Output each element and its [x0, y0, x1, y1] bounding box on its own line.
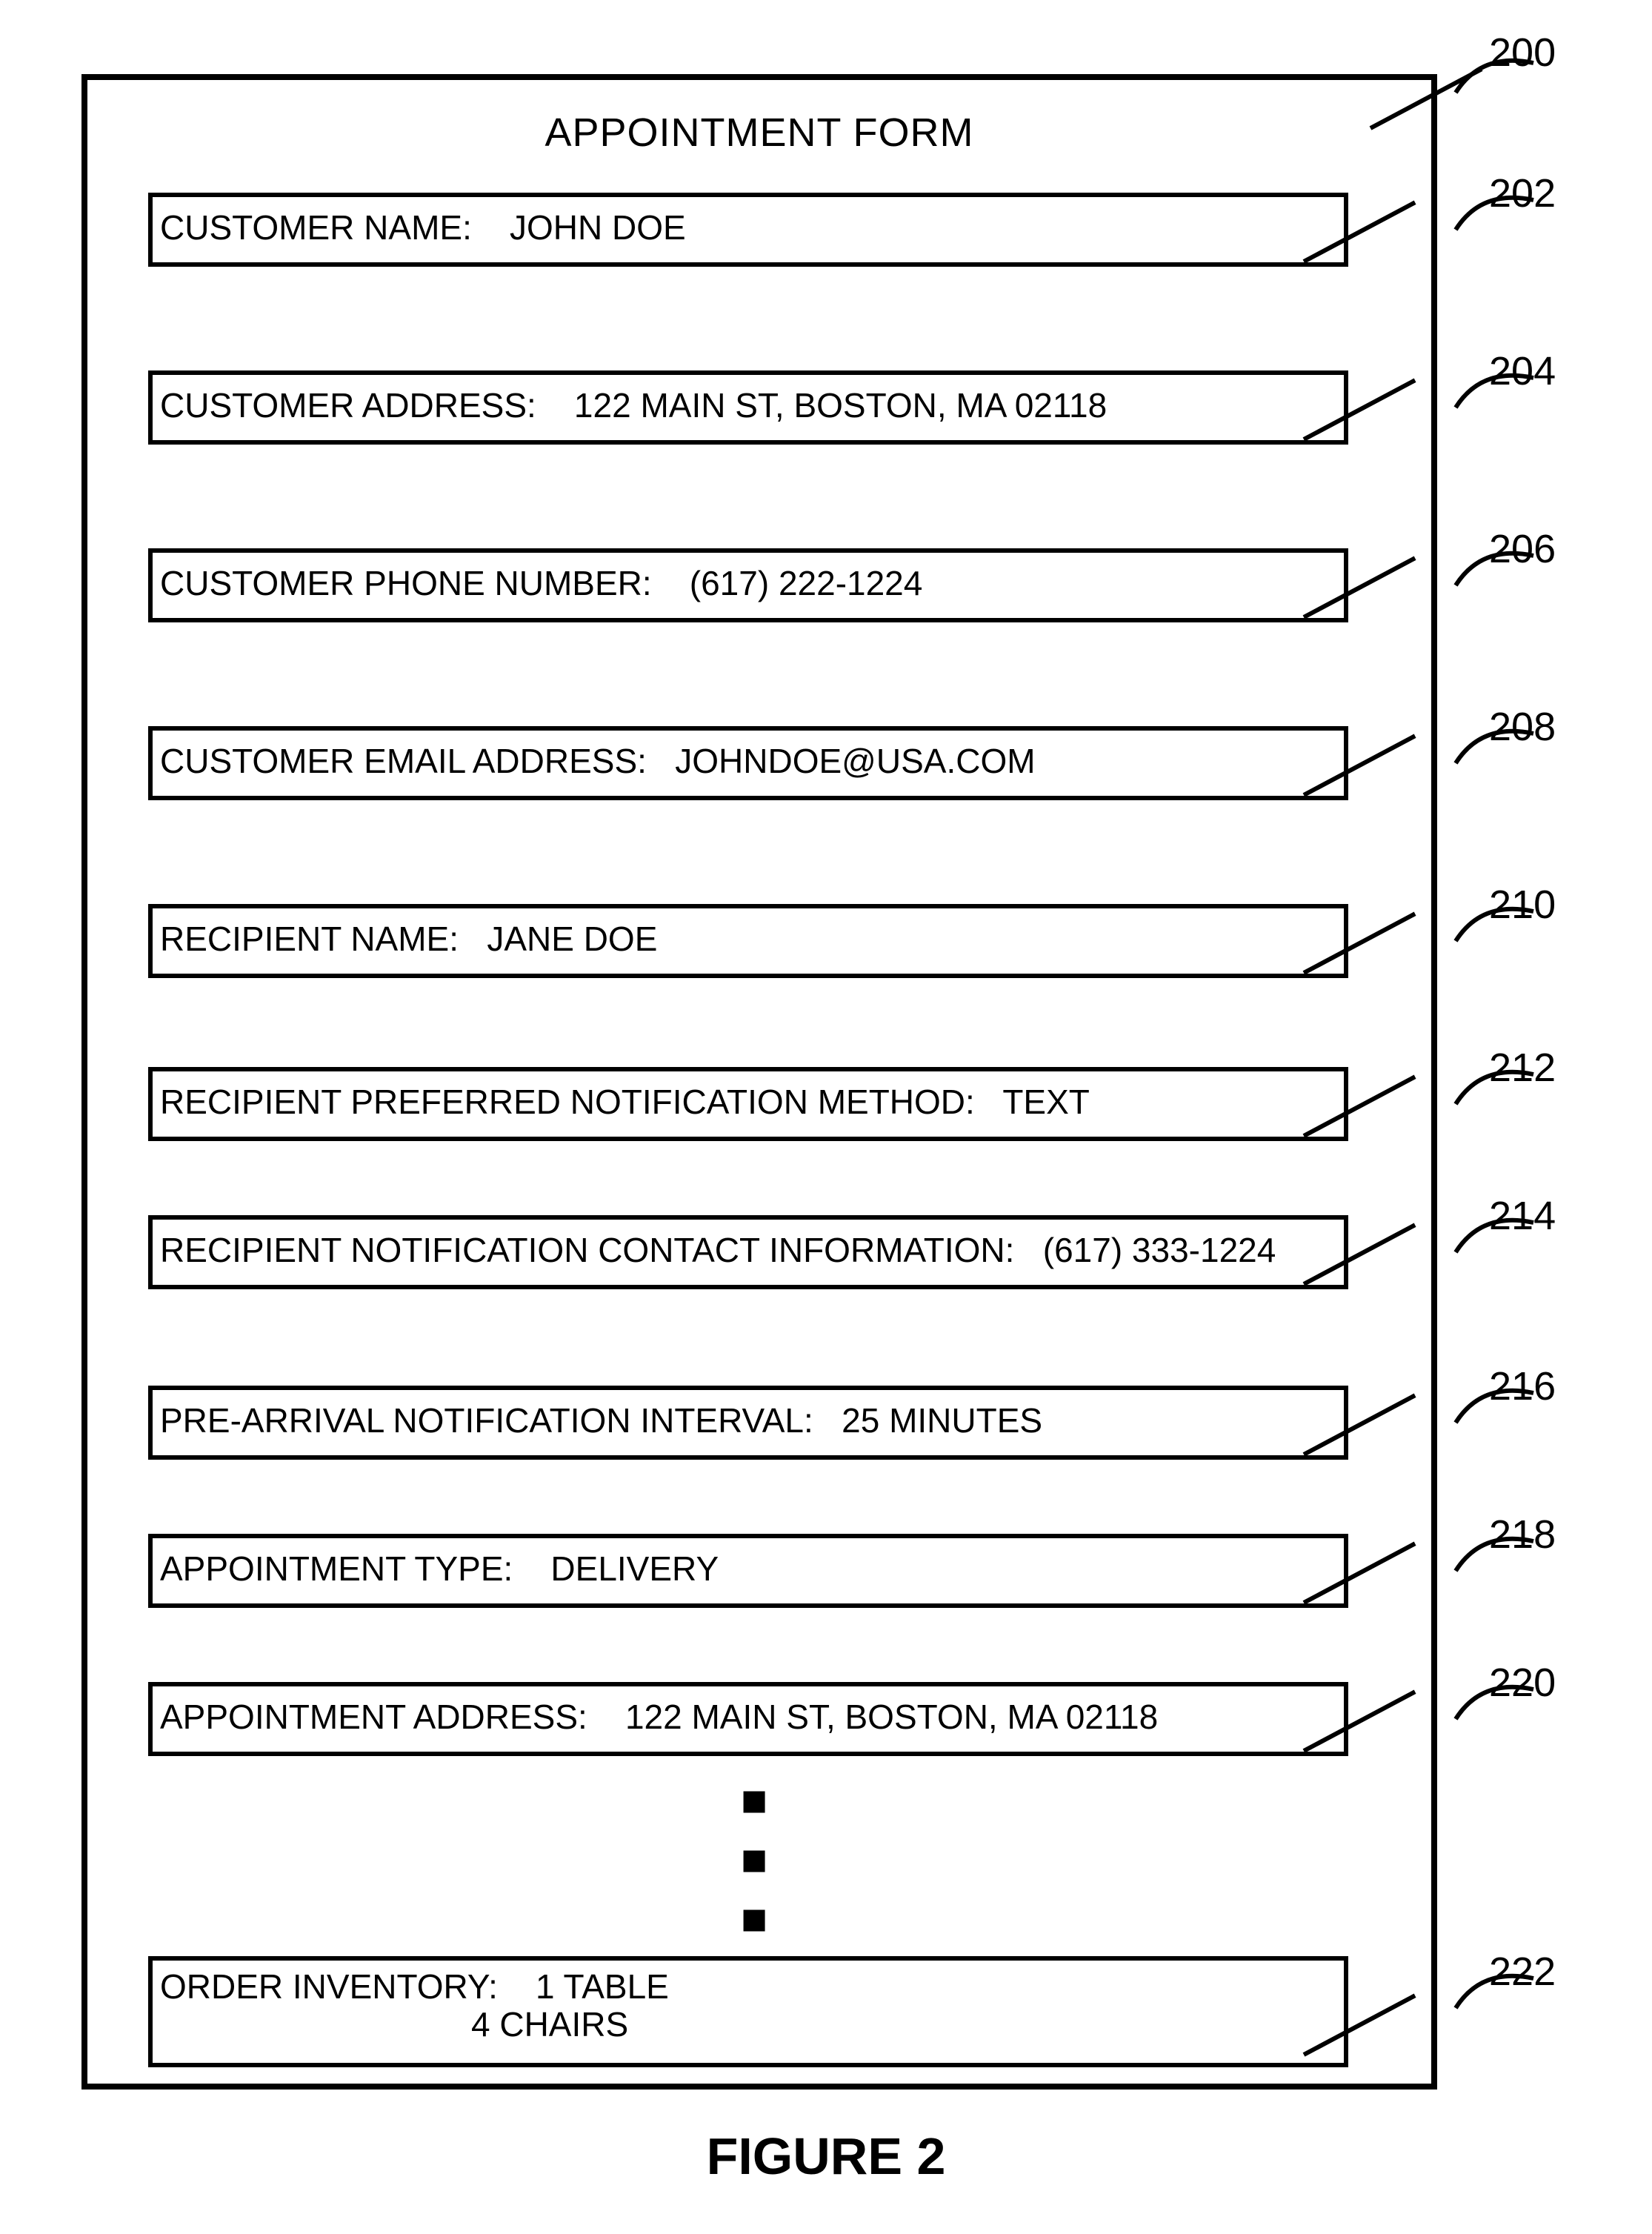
ref-204: 204 [1489, 348, 1556, 394]
field-recipient-notif-method[interactable]: RECIPIENT PREFERRED NOTIFICATION METHOD:… [148, 1067, 1348, 1141]
field-recipient-name[interactable]: RECIPIENT NAME: JANE DOE [148, 904, 1348, 978]
ref-216: 216 [1489, 1363, 1556, 1409]
field-label: ORDER INVENTORY: [160, 1967, 498, 2006]
field-label: APPOINTMENT TYPE: [160, 1549, 513, 1588]
ref-222: 222 [1489, 1949, 1556, 1995]
field-customer-address[interactable]: CUSTOMER ADDRESS: 122 MAIN ST, BOSTON, M… [148, 370, 1348, 445]
ellipsis-dot: ■ [741, 1778, 767, 1823]
field-label: RECIPIENT NAME: [160, 920, 459, 958]
ref-214: 214 [1489, 1193, 1556, 1239]
field-label: CUSTOMER PHONE NUMBER: [160, 564, 652, 602]
figure-caption: FIGURE 2 [0, 2127, 1652, 2186]
diagram-page: APPOINTMENT FORM 200 CUSTOMER NAME: JOHN… [0, 0, 1652, 2234]
field-value: TEXT [1002, 1083, 1090, 1121]
ref-208: 208 [1489, 704, 1556, 750]
field-label: CUSTOMER NAME: [160, 208, 472, 247]
ref-218: 218 [1489, 1512, 1556, 1558]
field-value: DELIVERY [550, 1549, 719, 1588]
field-value: (617) 333-1224 [1043, 1231, 1276, 1269]
field-label: RECIPIENT PREFERRED NOTIFICATION METHOD: [160, 1083, 975, 1121]
field-customer-name[interactable]: CUSTOMER NAME: JOHN DOE [148, 193, 1348, 267]
form-title: APPOINTMENT FORM [87, 110, 1431, 156]
field-value: 122 MAIN ST, BOSTON, MA 02118 [574, 386, 1107, 425]
field-value: 122 MAIN ST, BOSTON, MA 02118 [625, 1698, 1158, 1736]
field-order-inventory[interactable]: ORDER INVENTORY: 1 TABLE 4 CHAIRS [148, 1956, 1348, 2067]
field-label: RECIPIENT NOTIFICATION CONTACT INFORMATI… [160, 1231, 1014, 1269]
field-customer-phone[interactable]: CUSTOMER PHONE NUMBER: (617) 222-1224 [148, 548, 1348, 622]
field-label: PRE-ARRIVAL NOTIFICATION INTERVAL: [160, 1401, 813, 1440]
ref-210: 210 [1489, 882, 1556, 928]
ref-206: 206 [1489, 526, 1556, 572]
field-prearrival-interval[interactable]: PRE-ARRIVAL NOTIFICATION INTERVAL: 25 MI… [148, 1386, 1348, 1460]
field-value: (617) 222-1224 [690, 564, 923, 602]
ref-220: 220 [1489, 1660, 1556, 1706]
field-value: JOHNDOE@USA.COM [675, 742, 1035, 780]
field-value: JOHN DOE [510, 208, 686, 247]
field-appointment-type[interactable]: APPOINTMENT TYPE: DELIVERY [148, 1534, 1348, 1608]
field-label: CUSTOMER ADDRESS: [160, 386, 536, 425]
field-label: APPOINTMENT ADDRESS: [160, 1698, 587, 1736]
inventory-line1: 1 TABLE [536, 1967, 669, 2006]
ellipsis-dot: ■ [741, 1838, 767, 1882]
field-customer-email[interactable]: CUSTOMER EMAIL ADDRESS: JOHNDOE@USA.COM [148, 726, 1348, 800]
field-value: JANE DOE [487, 920, 657, 958]
field-value: 25 MINUTES [842, 1401, 1042, 1440]
field-label: CUSTOMER EMAIL ADDRESS: [160, 742, 647, 780]
field-appointment-address[interactable]: APPOINTMENT ADDRESS: 122 MAIN ST, BOSTON… [148, 1682, 1348, 1756]
ref-202: 202 [1489, 170, 1556, 216]
ellipsis-dot: ■ [741, 1897, 767, 1941]
inventory-line2: 4 CHAIRS [160, 2006, 1330, 2044]
ref-212: 212 [1489, 1045, 1556, 1091]
ref-200: 200 [1489, 30, 1556, 76]
field-recipient-notif-contact[interactable]: RECIPIENT NOTIFICATION CONTACT INFORMATI… [148, 1215, 1348, 1289]
